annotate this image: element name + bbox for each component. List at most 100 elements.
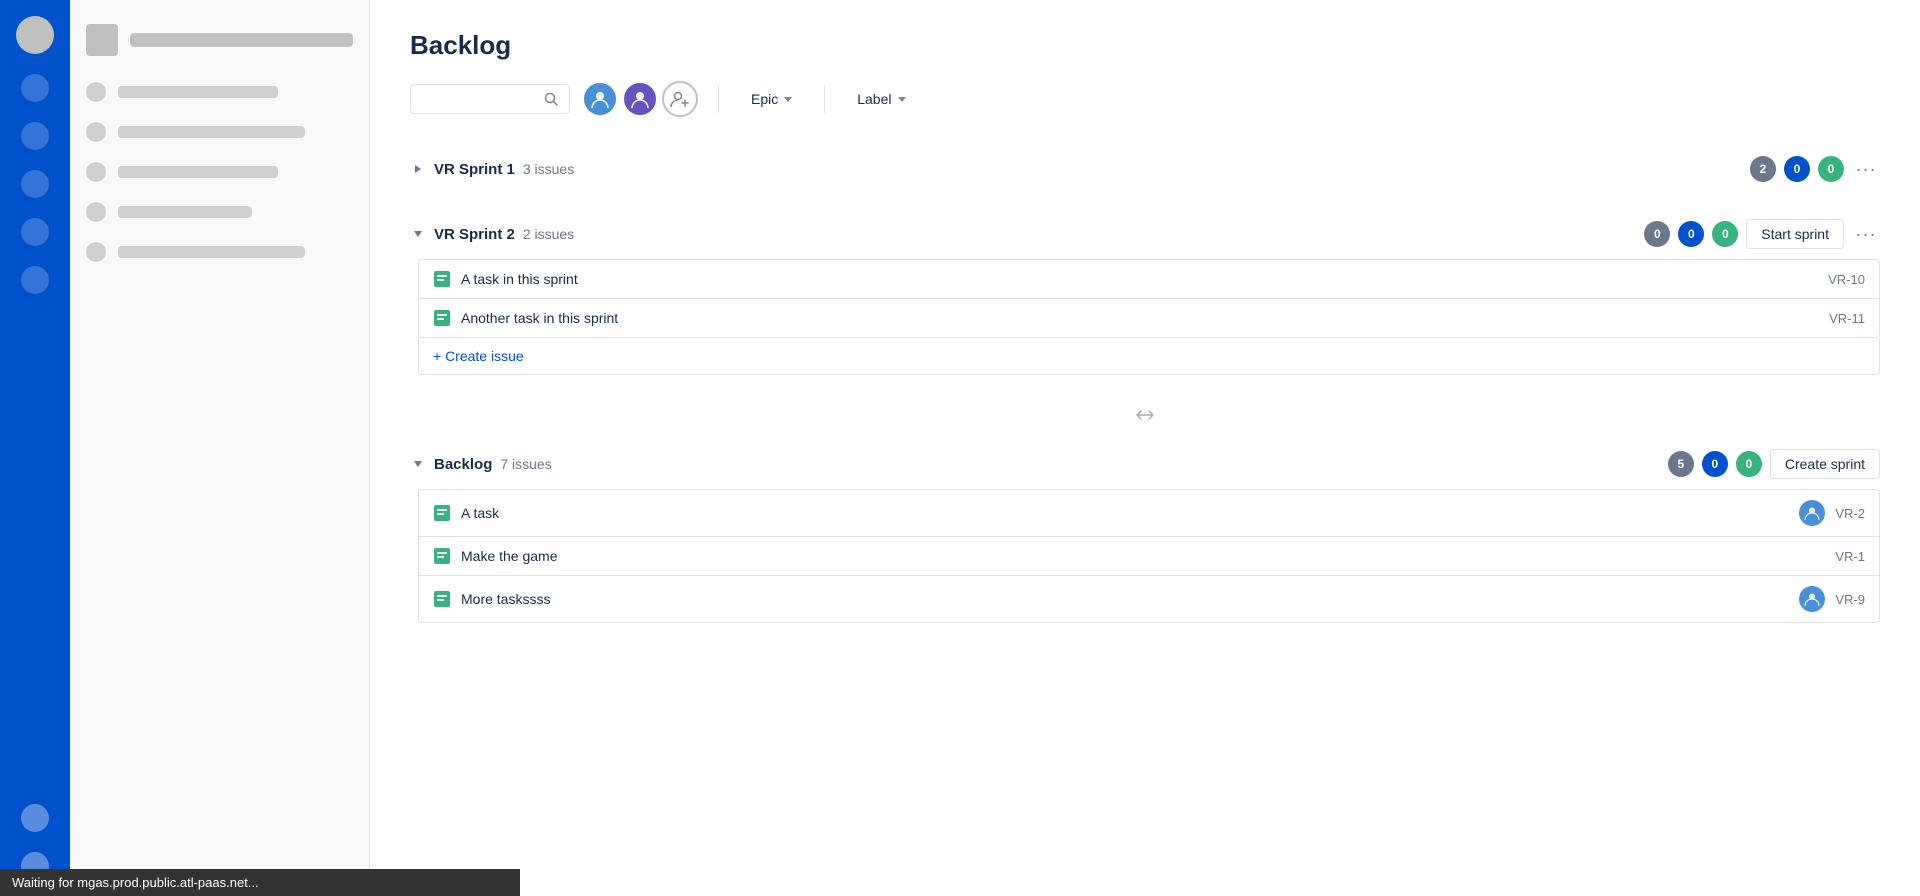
backlog-item-vr2[interactable]: A task VR-2 <box>419 490 1879 537</box>
sprint-1-badges: 2 0 0 ··· <box>1750 155 1880 183</box>
sidebar-nav-dot-3[interactable] <box>21 170 49 198</box>
sprint-1-name: VR Sprint 1 <box>434 161 515 178</box>
add-person-icon <box>670 89 690 109</box>
nav-bar-2 <box>118 126 305 138</box>
nav-bar-5 <box>118 246 305 258</box>
backlog-badge-blue: 0 <box>1702 451 1728 477</box>
backlog-badges: 5 0 0 Create sprint <box>1668 449 1880 479</box>
sprint-header-1[interactable]: VR Sprint 1 3 issues 2 0 0 ··· <box>410 145 1880 193</box>
sprint-2-badge-green: 0 <box>1712 221 1738 247</box>
person-icon-1 <box>589 88 611 110</box>
sprint-1-badge-green: 0 <box>1818 156 1844 182</box>
backlog-header[interactable]: Backlog 7 issues 5 0 0 Create sprint <box>410 439 1880 489</box>
nav-bar-1 <box>118 86 278 98</box>
nav-circle-4 <box>86 202 106 222</box>
status-bar-text: Waiting for mgas.prod.public.atl-paas.ne… <box>12 875 259 890</box>
start-sprint-button[interactable]: Start sprint <box>1746 219 1844 249</box>
sprint-2-more-button[interactable]: ··· <box>1852 220 1880 248</box>
sprint-item-vr10[interactable]: A task in this sprint VR-10 <box>419 260 1879 299</box>
nav-bar-3 <box>118 166 278 178</box>
sprint-item-vr11[interactable]: Another task in this sprint VR-11 <box>419 299 1879 337</box>
backlog-item-vr2-name: A task <box>461 505 1789 521</box>
sprint-section-2: VR Sprint 2 2 issues 0 0 0 Start sprint … <box>410 209 1880 375</box>
sprint-2-badge-blue: 0 <box>1678 221 1704 247</box>
sidebar-nav-4[interactable] <box>70 192 369 232</box>
avatar-user-2[interactable] <box>622 81 658 117</box>
toolbar-divider-2 <box>824 85 825 113</box>
sprint-item-vr11-name: Another task in this sprint <box>461 310 1819 326</box>
task-icon-vr9 <box>433 590 451 608</box>
backlog-chevron-down-icon <box>410 456 426 472</box>
backlog-item-vr9[interactable]: More taskssss VR-9 <box>419 576 1879 622</box>
sprint-2-count: 2 issues <box>523 226 574 242</box>
page-title: Backlog <box>410 30 1880 61</box>
sidebar-nav-dot-bottom1[interactable] <box>21 804 49 832</box>
sidebar-nav-dot-2[interactable] <box>21 122 49 150</box>
project-label <box>130 33 353 47</box>
sidebar-light <box>70 0 370 896</box>
create-sprint-button[interactable]: Create sprint <box>1770 449 1880 479</box>
sprint-2-badge-gray: 0 <box>1644 221 1670 247</box>
person-icon-vr2 <box>1803 504 1821 522</box>
sprint-2-name: VR Sprint 2 <box>434 226 515 243</box>
epic-chevron-icon <box>784 97 792 102</box>
backlog-item-vr2-id: VR-2 <box>1835 506 1865 521</box>
sidebar-nav-3[interactable] <box>70 152 369 192</box>
sidebar-dark <box>0 0 70 896</box>
nav-circle-3 <box>86 162 106 182</box>
sprint-1-more-button[interactable]: ··· <box>1852 155 1880 183</box>
sidebar-nav-dot-4[interactable] <box>21 218 49 246</box>
label-filter-button[interactable]: Label <box>845 85 917 113</box>
person-icon-2 <box>629 88 651 110</box>
sprint-2-items: A task in this sprint VR-10 Another task… <box>418 259 1880 338</box>
sprint-1-count: 3 issues <box>523 161 574 177</box>
backlog-item-vr9-avatar <box>1799 586 1825 612</box>
divider-arrows-icon <box>1133 403 1157 427</box>
person-icon-vr9 <box>1803 590 1821 608</box>
label-chevron-icon <box>898 97 906 102</box>
sprint-1-badge-gray: 2 <box>1750 156 1776 182</box>
sidebar-nav-2[interactable] <box>70 112 369 152</box>
avatar-add-person[interactable] <box>662 81 698 117</box>
avatar-user-1[interactable] <box>582 81 618 117</box>
sprint-1-badge-blue: 0 <box>1784 156 1810 182</box>
sidebar-nav-1[interactable] <box>70 72 369 112</box>
app-avatar[interactable] <box>16 16 54 54</box>
sprint-header-2[interactable]: VR Sprint 2 2 issues 0 0 0 Start sprint … <box>410 209 1880 259</box>
sidebar-nav-dot-1[interactable] <box>21 74 49 102</box>
search-box[interactable] <box>410 84 570 114</box>
toolbar: Epic Label <box>410 81 1880 117</box>
sidebar-nav-5[interactable] <box>70 232 369 272</box>
backlog-item-vr2-avatar <box>1799 500 1825 526</box>
status-bar: Waiting for mgas.prod.public.atl-paas.ne… <box>0 869 520 896</box>
create-issue-sprint2[interactable]: + Create issue <box>418 338 1880 375</box>
nav-circle-2 <box>86 122 106 142</box>
search-icon <box>543 91 559 107</box>
task-icon-vr10 <box>433 270 451 288</box>
search-input[interactable] <box>421 91 535 107</box>
sprint-2-badges: 0 0 0 Start sprint ··· <box>1644 219 1880 249</box>
backlog-section: Backlog 7 issues 5 0 0 Create sprint A t… <box>410 439 1880 623</box>
epic-filter-button[interactable]: Epic <box>739 85 804 113</box>
project-icon <box>86 24 118 56</box>
sidebar-top-item[interactable] <box>70 16 369 64</box>
sprint-section-1: VR Sprint 1 3 issues 2 0 0 ··· <box>410 145 1880 193</box>
sidebar-nav-dot-5[interactable] <box>21 266 49 294</box>
task-icon-vr1 <box>433 547 451 565</box>
label-filter-label: Label <box>857 91 891 107</box>
backlog-name: Backlog <box>434 456 492 473</box>
task-icon-vr11 <box>433 309 451 327</box>
sprint-item-vr11-id: VR-11 <box>1829 311 1865 326</box>
sprint-chevron-right-icon <box>410 161 426 177</box>
nav-circle-1 <box>86 82 106 102</box>
backlog-item-vr1[interactable]: Make the game VR-1 <box>419 537 1879 576</box>
toolbar-divider <box>718 85 719 113</box>
sprint-item-vr10-name: A task in this sprint <box>461 271 1818 287</box>
nav-bar-4 <box>118 206 252 218</box>
task-icon-vr2 <box>433 504 451 522</box>
backlog-badge-gray: 5 <box>1668 451 1694 477</box>
backlog-items: A task VR-2 Make the game VR-1 <box>418 489 1880 623</box>
main-content: Backlog <box>370 0 1920 896</box>
backlog-badge-green: 0 <box>1736 451 1762 477</box>
avatar-group <box>582 81 698 117</box>
